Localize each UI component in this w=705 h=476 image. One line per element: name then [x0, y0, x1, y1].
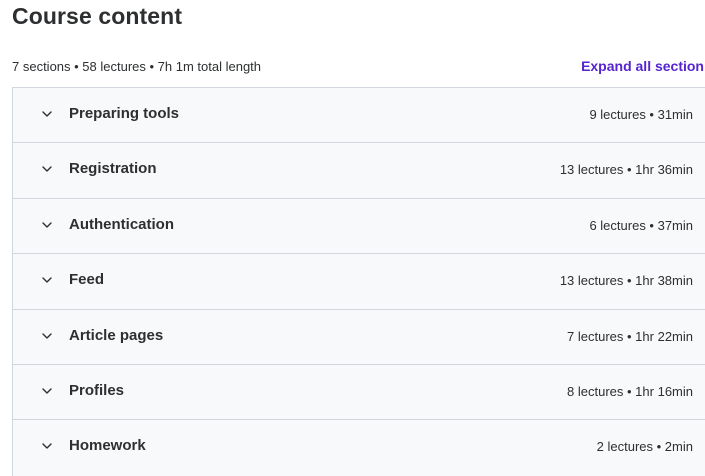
- section-meta: 13 lectures • 1hr 36min: [559, 162, 693, 178]
- chevron-down-icon: [42, 111, 52, 117]
- page-title: Course content: [12, 3, 183, 29]
- section-meta: 2 lectures • 2min: [596, 439, 693, 455]
- section-header-article-pages[interactable]: Article pages 7 lectures • 1hr 22min: [13, 309, 705, 365]
- section-title: Homework: [69, 437, 146, 455]
- chevron-down-icon: [42, 332, 52, 339]
- chevron-down-icon: [42, 166, 52, 173]
- section-title: Preparing tools: [69, 105, 180, 122]
- section-title: Article pages: [69, 326, 164, 344]
- course-summary-row: 7 sections • 58 lectures • 7h 1m total l…: [12, 58, 705, 78]
- chevron-down-icon: [42, 443, 52, 450]
- section-header-preparing-tools[interactable]: Preparing tools 9 lectures • 31min: [13, 88, 705, 144]
- chevron-down-icon: [42, 222, 52, 228]
- section-header-feed[interactable]: Feed 13 lectures • 1hr 38min: [13, 254, 705, 310]
- section-meta: 13 lectures • 1hr 38min: [559, 273, 693, 289]
- course-summary: 7 sections • 58 lectures • 7h 1m total l…: [12, 59, 262, 74]
- section-title: Registration: [69, 160, 157, 178]
- chevron-down-icon: [42, 277, 52, 283]
- section-header-authentication[interactable]: Authentication 6 lectures • 37min: [13, 198, 705, 255]
- section-meta: 7 lectures • 1hr 22min: [567, 328, 693, 344]
- expand-all-sections-button[interactable]: Expand all section: [581, 58, 704, 74]
- sections-accordion: Preparing tools 9 lectures • 31min Regis…: [12, 87, 705, 476]
- section-meta: 8 lectures • 1hr 16min: [567, 383, 693, 399]
- section-title: Feed: [69, 271, 105, 289]
- section-title: Authentication: [69, 215, 174, 233]
- section-title: Profiles: [69, 381, 125, 399]
- chevron-down-icon: [42, 388, 52, 394]
- section-header-registration[interactable]: Registration 13 lectures • 1hr 36min: [13, 143, 705, 199]
- section-meta: 9 lectures • 31min: [589, 107, 693, 122]
- section-header-profiles[interactable]: Profiles 8 lectures • 1hr 16min: [13, 364, 705, 421]
- section-meta: 6 lectures • 37min: [589, 217, 693, 233]
- section-header-homework[interactable]: Homework 2 lectures • 2min: [13, 420, 705, 476]
